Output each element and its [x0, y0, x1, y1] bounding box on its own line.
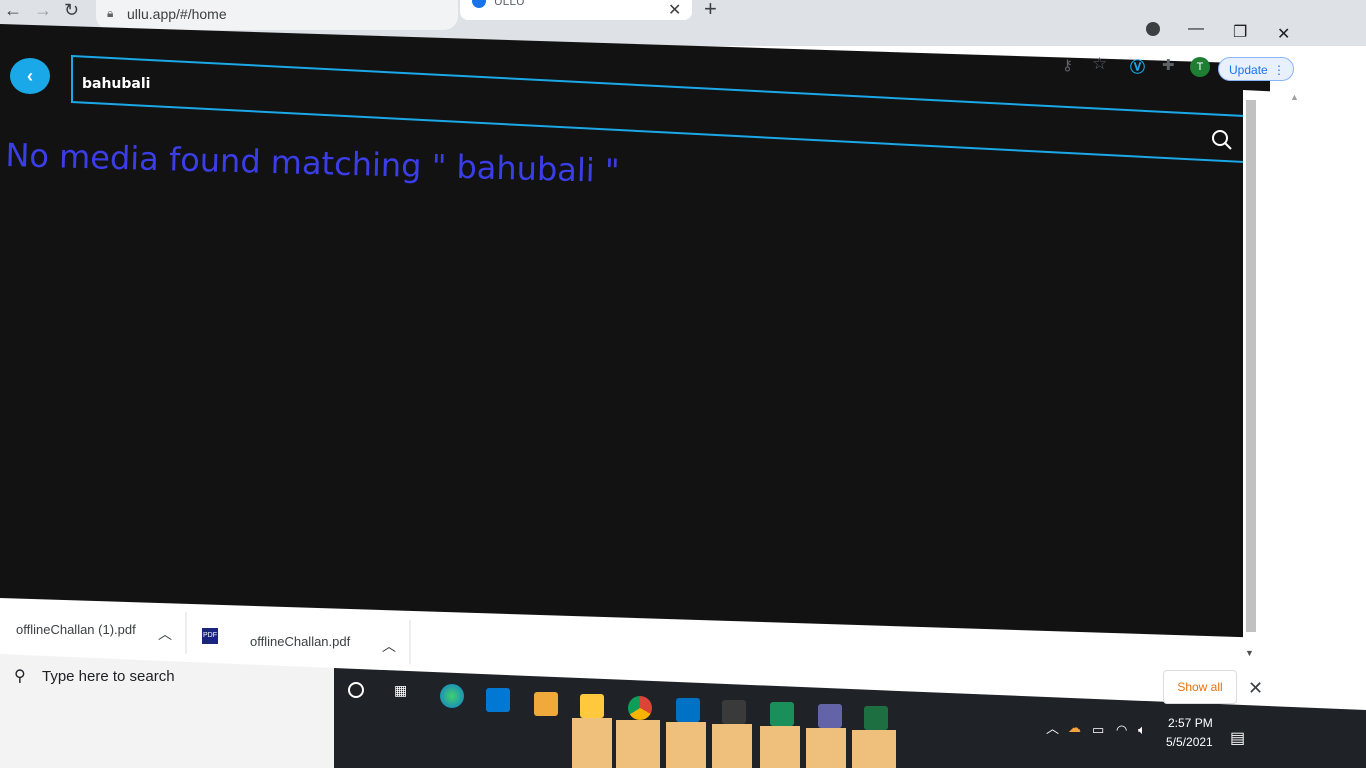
chevron-up-icon[interactable]: ︿: [382, 636, 396, 656]
chrome-icon[interactable]: [628, 696, 652, 720]
search-icon[interactable]: ⚲: [14, 666, 26, 686]
edge-icon[interactable]: [440, 684, 464, 708]
taskbar-thumbnail: [806, 728, 846, 768]
scroll-up-icon[interactable]: ▲: [1290, 92, 1299, 102]
taskbar-thumbnail: [572, 718, 612, 768]
extension-v-icon[interactable]: Ⓥ: [1130, 56, 1145, 77]
bookmark-star-icon[interactable]: ☆: [1092, 54, 1107, 74]
search-input[interactable]: bahubali: [82, 76, 150, 92]
outlook-icon[interactable]: [676, 698, 700, 722]
screen: ULLU ✕ + ← → ↻ 🔒︎ ullu.app/#/home — ❐ ✕ …: [0, 0, 1366, 768]
page-background: [0, 24, 1366, 768]
terminal-icon[interactable]: [722, 700, 746, 724]
teams-icon[interactable]: [818, 704, 842, 728]
menu-kebab-icon[interactable]: ⋮: [1273, 58, 1285, 82]
task-view-icon[interactable]: ▦: [394, 682, 407, 699]
notifications-icon[interactable]: ▤: [1230, 728, 1245, 748]
pdf-file-icon: PDF: [202, 628, 218, 644]
taskbar-search-input[interactable]: Type here to search: [42, 668, 175, 685]
back-button[interactable]: ‹: [10, 58, 50, 94]
taskbar-thumbnail: [712, 724, 752, 768]
chevron-up-icon[interactable]: ︿: [158, 624, 172, 644]
sheet-tool-icon[interactable]: [770, 702, 794, 726]
file-explorer-icon[interactable]: [580, 694, 604, 718]
search-icon[interactable]: [1210, 128, 1234, 152]
taskbar-thumbnail: [666, 722, 706, 768]
battery-icon[interactable]: ▭: [1092, 722, 1104, 738]
puzzle-icon[interactable]: ✚: [1162, 56, 1175, 74]
show-all-button[interactable]: Show all: [1163, 670, 1237, 704]
update-button[interactable]: Update ⋮: [1218, 57, 1294, 81]
taskbar-thumbnail: [760, 726, 800, 768]
download-item-name[interactable]: offlineChallan (1).pdf: [16, 622, 136, 637]
clock-time[interactable]: 2:57 PM: [1168, 716, 1213, 730]
close-downloads-icon[interactable]: ✕: [1248, 678, 1263, 699]
update-label: Update: [1229, 63, 1268, 77]
excel-icon[interactable]: [864, 706, 888, 730]
scroll-down-icon[interactable]: ▼: [1245, 648, 1254, 658]
volume-icon[interactable]: 🔈︎: [1138, 722, 1146, 738]
clock-date[interactable]: 5/5/2021: [1166, 735, 1213, 749]
wifi-icon[interactable]: ◠: [1116, 722, 1127, 738]
key-icon[interactable]: ⚷: [1062, 56, 1073, 74]
download-item-name[interactable]: offlineChallan.pdf: [250, 634, 350, 649]
cortana-icon[interactable]: [348, 682, 364, 698]
taskbar-thumbnail: [616, 720, 660, 768]
profile-avatar[interactable]: T: [1190, 57, 1210, 77]
store-icon[interactable]: [486, 688, 510, 712]
onedrive-icon[interactable]: ☁: [1068, 720, 1081, 736]
taskbar-thumbnail: [852, 730, 896, 768]
mail-icon[interactable]: [534, 692, 558, 716]
tray-expand-icon[interactable]: ︿: [1046, 718, 1059, 737]
